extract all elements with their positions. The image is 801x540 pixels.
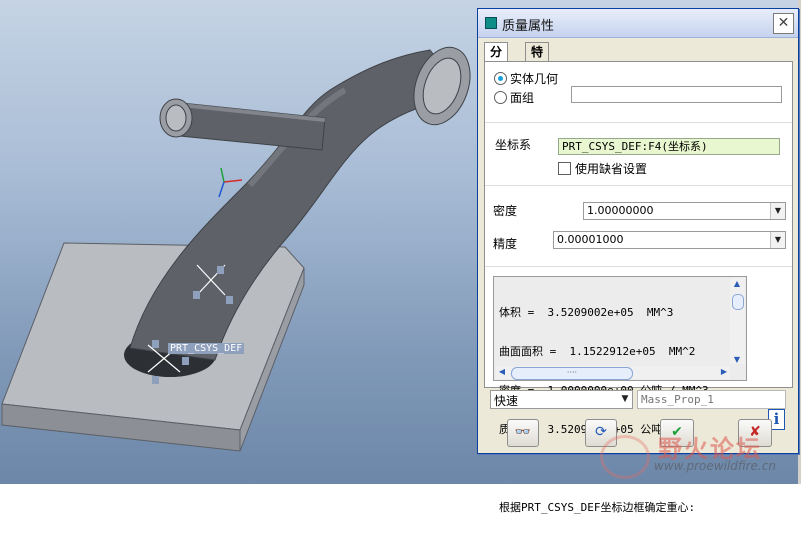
- density-value: 1.00000000: [587, 204, 654, 217]
- csys-model-label: PRT_CSYS_DEF: [168, 343, 245, 354]
- result-surface-area: 曲面面积 = 1.1522912e+05 MM^2: [499, 345, 696, 358]
- divider: [485, 266, 792, 267]
- divider: [485, 185, 792, 186]
- accuracy-label: 精度: [493, 237, 518, 251]
- horizontal-scroll-thumb[interactable]: ····: [511, 367, 633, 380]
- scroll-right-icon[interactable]: ▶: [718, 367, 730, 376]
- vertical-scrollbar[interactable]: ▲ ▼: [730, 278, 745, 364]
- preview-button[interactable]: 👓: [507, 419, 539, 447]
- use-default-checkbox[interactable]: [558, 162, 571, 175]
- scroll-left-icon[interactable]: ◀: [496, 367, 508, 376]
- quilt-radio[interactable]: [494, 91, 507, 104]
- mode-value: 快速: [494, 394, 519, 408]
- dialog-title: 质量属性: [502, 19, 555, 34]
- scroll-up-icon[interactable]: ▲: [731, 279, 743, 288]
- solid-geometry-label: 实体几何: [510, 72, 559, 86]
- watermark-url: www.proewildfire.cn: [654, 459, 776, 473]
- horizontal-scrollbar[interactable]: ◀ ···· ▶: [496, 366, 730, 380]
- csys-label: 坐标系: [495, 138, 532, 152]
- accuracy-value: 0.00001000: [557, 233, 624, 246]
- mode-select[interactable]: 快速 ▼: [490, 390, 633, 409]
- chevron-down-icon[interactable]: ▼: [770, 232, 785, 248]
- use-default-label: 使用缺省设置: [575, 162, 648, 176]
- result-volume: 体积 = 3.5209002e+05 MM^3: [499, 306, 674, 319]
- analysis-panel: 实体几何 面组 坐标系 PRT_CSYS_DEF:F4(坐标系) 使用缺省设置 …: [484, 61, 793, 514]
- mass-properties-dialog: 质量属性 ✕ 分析 特征 实体几何 面组 坐标系 PRT_CSYS_DEF:F4…: [477, 8, 799, 514]
- results-box[interactable]: 体积 = 3.5209002e+05 MM^3 曲面面积 = 1.1522912…: [493, 276, 747, 514]
- accuracy-field[interactable]: 0.00001000 ▼: [553, 231, 786, 249]
- quilt-label: 面组: [510, 91, 535, 105]
- chevron-down-icon[interactable]: ▼: [618, 391, 632, 407]
- solid-geometry-radio[interactable]: [494, 72, 507, 85]
- tab-feature[interactable]: 特征: [525, 42, 550, 77]
- forum-watermark: 野火论坛 www.proewildfire.cn: [596, 425, 796, 481]
- close-button[interactable]: ✕: [773, 13, 794, 34]
- result-cg-heading: 根据PRT_CSYS_DEF坐标边框确定重心:: [499, 501, 696, 514]
- glasses-icon: 👓: [514, 425, 532, 440]
- dialog-titlebar[interactable]: 质量属性 ✕: [478, 9, 798, 38]
- quilt-input[interactable]: [571, 86, 782, 103]
- results-text: 体积 = 3.5209002e+05 MM^3 曲面面积 = 1.1522912…: [499, 280, 709, 540]
- chevron-down-icon[interactable]: ▼: [770, 203, 785, 219]
- density-field[interactable]: 1.00000000 ▼: [583, 202, 786, 220]
- divider: [485, 122, 792, 123]
- watermark-logo: [600, 435, 650, 479]
- mass-properties-icon: [485, 17, 497, 29]
- scroll-down-icon[interactable]: ▼: [731, 355, 743, 364]
- analysis-name-input[interactable]: [637, 390, 786, 409]
- tab-analysis[interactable]: 分析: [484, 42, 509, 77]
- vertical-scroll-thumb[interactable]: [732, 294, 744, 310]
- density-label: 密度: [493, 204, 518, 218]
- csys-collector[interactable]: PRT_CSYS_DEF:F4(坐标系): [558, 138, 780, 155]
